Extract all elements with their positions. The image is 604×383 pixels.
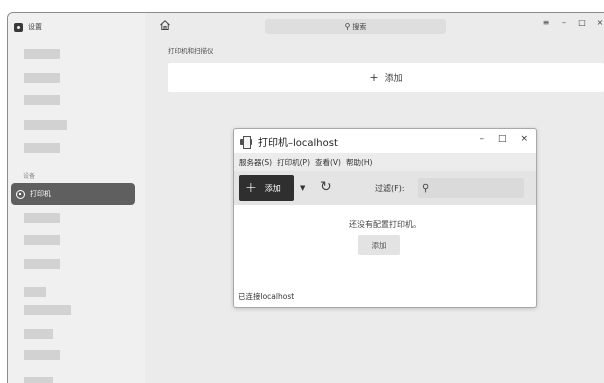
menu-view[interactable]: 查看(V) xyxy=(315,157,341,168)
empty-add-button[interactable]: 添加 xyxy=(358,235,400,255)
dialog-titlebar: 打印机–localhost xyxy=(240,133,338,149)
filter-label: 过滤(F): xyxy=(375,184,405,193)
filter-input[interactable]: ⚲ xyxy=(418,178,524,198)
settings-app-icon xyxy=(14,22,23,32)
sidebar-item[interactable] xyxy=(24,73,60,83)
connection-status: 已连接localhost xyxy=(238,292,295,301)
minimize-button[interactable]: – xyxy=(560,18,568,27)
sidebar: 设置 设备 打印机 xyxy=(8,13,145,383)
sidebar-item[interactable] xyxy=(24,377,53,383)
close-button[interactable]: × xyxy=(596,18,604,27)
sidebar-item[interactable] xyxy=(24,95,60,105)
toolbar-add-label: 添加 xyxy=(264,183,281,193)
dropdown-arrow-icon[interactable]: ▼ xyxy=(300,184,305,192)
add-printer-label: 添加 xyxy=(384,74,403,84)
dialog-maximize-button[interactable]: □ xyxy=(498,134,507,144)
toolbar-add-button[interactable]: + 添加 xyxy=(239,175,294,201)
window-controls: ≡ – □ × xyxy=(542,18,604,27)
sidebar-item-printers[interactable]: 打印机 xyxy=(11,183,135,205)
menu-server[interactable]: 服务器(S) xyxy=(239,157,272,168)
sidebar-item[interactable] xyxy=(24,235,60,245)
plus-icon: + xyxy=(245,180,257,196)
dialog-window-controls: – □ × xyxy=(479,134,528,144)
search-input[interactable]: ⚲ 搜索 xyxy=(265,19,446,34)
sidebar-item[interactable] xyxy=(24,120,67,130)
plus-icon: + xyxy=(369,71,379,84)
sidebar-item-label: 打印机 xyxy=(30,190,51,198)
home-icon[interactable] xyxy=(159,19,171,31)
sidebar-item[interactable] xyxy=(24,213,60,223)
page-title: 打印机和扫描仪 xyxy=(168,47,214,55)
printer-icon xyxy=(16,189,25,199)
sidebar-item[interactable] xyxy=(24,143,60,153)
dialog-title: 打印机–localhost xyxy=(258,137,338,149)
empty-state-message: 还没有配置打印机。 xyxy=(349,220,421,229)
sidebar-item[interactable] xyxy=(24,287,46,297)
sidebar-header: 设置 xyxy=(14,20,42,34)
printer-dialog: 打印机–localhost – □ × 服务器(S) 打印机(P) 查看(V) … xyxy=(233,128,537,308)
search-icon: ⚲ xyxy=(344,22,351,31)
add-printer-button[interactable]: + 添加 xyxy=(168,63,604,92)
sidebar-title: 设置 xyxy=(28,23,42,31)
menu-icon[interactable]: ≡ xyxy=(542,18,550,27)
search-icon: ⚲ xyxy=(422,182,430,194)
sidebar-item[interactable] xyxy=(24,259,60,269)
maximize-button[interactable]: □ xyxy=(578,18,586,27)
sidebar-item[interactable] xyxy=(24,49,60,59)
search-placeholder: 搜索 xyxy=(352,22,367,31)
printer-icon xyxy=(240,135,252,149)
menu-printer[interactable]: 打印机(P) xyxy=(277,157,310,168)
sidebar-item[interactable] xyxy=(24,329,53,339)
top-bar: ⚲ 搜索 ≡ – □ × xyxy=(145,13,604,39)
settings-window: 设置 设备 打印机 ⚲ 搜索 ≡ – □ × 打印机和扫描仪 + 添加 打印机–… xyxy=(7,12,604,383)
dialog-menubar: 服务器(S) 打印机(P) 查看(V) 帮助(H) xyxy=(234,153,536,171)
sidebar-item[interactable] xyxy=(24,350,60,360)
refresh-icon[interactable]: ↻ xyxy=(320,179,332,195)
menu-help[interactable]: 帮助(H) xyxy=(346,157,373,168)
dialog-close-button[interactable]: × xyxy=(520,134,528,144)
sidebar-section-devices: 设备 xyxy=(23,173,36,180)
dialog-toolbar: + 添加 ▼ ↻ 过滤(F): ⚲ xyxy=(234,171,536,205)
dialog-minimize-button[interactable]: – xyxy=(479,134,484,144)
sidebar-item[interactable] xyxy=(24,305,71,315)
